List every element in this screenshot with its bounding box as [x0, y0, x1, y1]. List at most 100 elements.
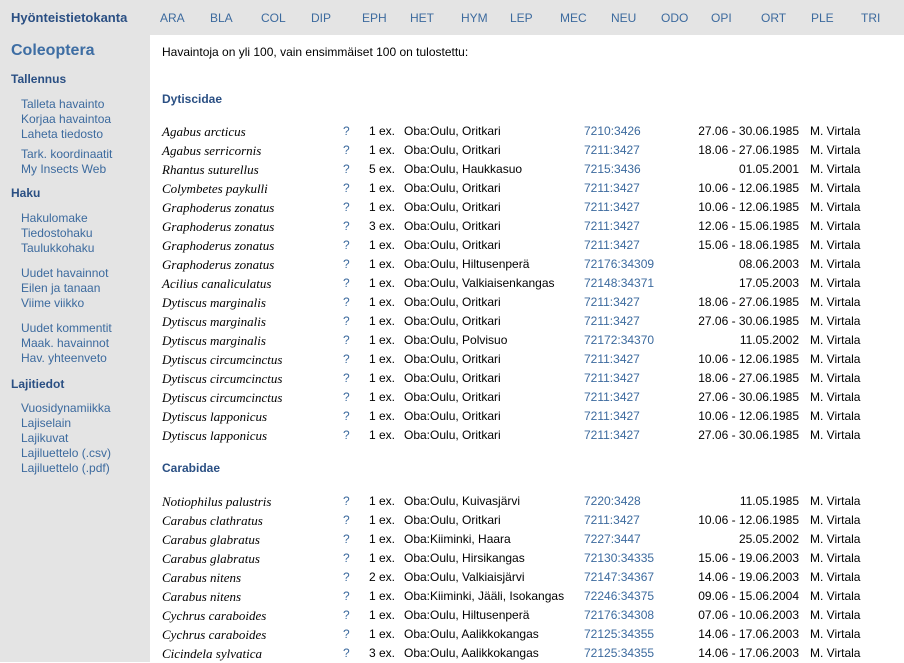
species-name: Rhantus suturellus — [162, 162, 259, 177]
grid-coordinate-link[interactable]: 72125:34355 — [584, 625, 654, 644]
family-heading: Carabidae — [162, 461, 221, 475]
specimen-count: 1 ex. — [369, 371, 396, 385]
grid-coordinate-link[interactable]: 7220:3428 — [584, 492, 641, 511]
specimen-count: 2 ex. — [369, 570, 396, 584]
observation-date: 27.06 - 30.06.1985 — [698, 314, 799, 328]
nav-link-ara[interactable]: ARA — [160, 11, 185, 25]
info-link[interactable]: ? — [343, 549, 350, 568]
grid-coordinate-link[interactable]: 72125:34355 — [584, 644, 654, 663]
site-title[interactable]: Hyönteistietokanta — [11, 10, 127, 25]
info-link[interactable]: ? — [343, 274, 350, 293]
nav-link-bla[interactable]: BLA — [210, 11, 233, 25]
observation-date: 10.06 - 12.06.1985 — [698, 352, 799, 366]
nav-link-odo[interactable]: ODO — [661, 11, 688, 25]
info-link[interactable]: ? — [343, 530, 350, 549]
sidebar-link[interactable]: Talleta havainto — [21, 97, 104, 112]
species-name: Cychrus caraboides — [162, 627, 267, 642]
nav-link-neu[interactable]: NEU — [611, 11, 636, 25]
info-link[interactable]: ? — [343, 198, 350, 217]
observation-row: Cychrus caraboides? 1 ex. Oba:Oulu, Hiltus… — [0, 606, 904, 625]
nav-link-eph[interactable]: EPH — [362, 11, 387, 25]
info-link[interactable]: ? — [343, 236, 350, 255]
observation-row: Dytiscus circumcinctus? 1 ex. Oba:Oulu, Or… — [0, 350, 904, 369]
grid-coordinate-link[interactable]: 7210:3426 — [584, 122, 641, 141]
info-link[interactable]: ? — [343, 293, 350, 312]
grid-coordinate-link[interactable]: 7211:3427 — [584, 198, 640, 217]
location: Oba:Oulu, Oritkari — [404, 352, 501, 366]
nav-link-het[interactable]: HET — [410, 11, 434, 25]
specimen-count: 1 ex. — [369, 352, 396, 366]
info-link[interactable]: ? — [343, 587, 350, 606]
nav-link-hym[interactable]: HYM — [461, 11, 488, 25]
grid-coordinate-link[interactable]: 7227:3447 — [584, 530, 641, 549]
species-name: Agabus serricornis — [162, 143, 262, 158]
species-name: Dytiscus circumcinctus — [162, 390, 283, 405]
info-link[interactable]: ? — [343, 625, 350, 644]
grid-coordinate-link[interactable]: 72246:34375 — [584, 587, 654, 606]
nav-link-dip[interactable]: DIP — [311, 11, 331, 25]
grid-coordinate-link[interactable]: 7211:3427 — [584, 511, 640, 530]
species-name: Acilius canaliculatus — [162, 276, 272, 291]
info-link[interactable]: ? — [343, 331, 350, 350]
info-link[interactable]: ? — [343, 606, 350, 625]
observer: M. Virtala — [810, 409, 861, 423]
info-link[interactable]: ? — [343, 350, 350, 369]
grid-coordinate-link[interactable]: 7211:3427 — [584, 388, 640, 407]
species-name: Cicindela sylvatica — [162, 646, 263, 661]
grid-coordinate-link[interactable]: 7211:3427 — [584, 236, 640, 255]
sidebar-link[interactable]: Lajiluettelo (.pdf) — [21, 461, 110, 476]
grid-coordinate-link[interactable]: 72172:34370 — [584, 331, 654, 350]
info-link[interactable]: ? — [343, 388, 350, 407]
info-link[interactable]: ? — [343, 426, 350, 445]
location: Oba:Oulu, Oritkari — [404, 124, 501, 138]
grid-coordinate-link[interactable]: 72147:34367 — [584, 568, 654, 587]
grid-coordinate-link[interactable]: 7211:3427 — [584, 293, 640, 312]
grid-coordinate-link[interactable]: 7211:3427 — [584, 179, 640, 198]
grid-coordinate-link[interactable]: 7211:3427 — [584, 426, 640, 445]
grid-coordinate-link[interactable]: 7211:3427 — [584, 217, 640, 236]
info-link[interactable]: ? — [343, 407, 350, 426]
info-link[interactable]: ? — [343, 217, 350, 236]
info-link[interactable]: ? — [343, 511, 350, 530]
nav-link-lep[interactable]: LEP — [510, 11, 533, 25]
location: Oba:Oulu, Hiltusenperä — [404, 608, 530, 622]
observer: M. Virtala — [810, 295, 861, 309]
nav-link-ple[interactable]: PLE — [811, 11, 834, 25]
info-link[interactable]: ? — [343, 568, 350, 587]
nav-link-ort[interactable]: ORT — [761, 11, 786, 25]
grid-coordinate-link[interactable]: 72176:34308 — [584, 606, 654, 625]
location: Oba:Oulu, Polvisuo — [404, 333, 508, 347]
info-link[interactable]: ? — [343, 369, 350, 388]
grid-coordinate-link[interactable]: 7211:3427 — [584, 369, 640, 388]
grid-coordinate-link[interactable]: 72148:34371 — [584, 274, 654, 293]
grid-coordinate-link[interactable]: 72176:34309 — [584, 255, 654, 274]
info-link[interactable]: ? — [343, 141, 350, 160]
info-link[interactable]: ? — [343, 122, 350, 141]
nav-link-col[interactable]: COL — [261, 11, 286, 25]
observer: M. Virtala — [810, 627, 861, 641]
info-link[interactable]: ? — [343, 160, 350, 179]
grid-coordinate-link[interactable]: 7215:3436 — [584, 160, 641, 179]
observer: M. Virtala — [810, 200, 861, 214]
species-name: Agabus arcticus — [162, 124, 246, 139]
location: Oba:Oulu, Kuivasjärvi — [404, 494, 521, 508]
sidebar-title[interactable]: Coleoptera — [11, 42, 95, 60]
info-link[interactable]: ? — [343, 255, 350, 274]
grid-coordinate-link[interactable]: 7211:3427 — [584, 350, 640, 369]
species-name: Graphoderus zonatus — [162, 200, 275, 215]
nav-link-mec[interactable]: MEC — [560, 11, 587, 25]
grid-coordinate-link[interactable]: 7211:3427 — [584, 141, 640, 160]
grid-coordinate-link[interactable]: 7211:3427 — [584, 407, 640, 426]
nav-link-tri[interactable]: TRI — [861, 11, 880, 25]
observation-row: Dytiscus circumcinctus? 1 ex. Oba:Oulu, Or… — [0, 369, 904, 388]
info-link[interactable]: ? — [343, 644, 350, 663]
location: Oba:Oulu, Oritkari — [404, 143, 501, 157]
grid-coordinate-link[interactable]: 7211:3427 — [584, 312, 640, 331]
observation-row: Colymbetes paykulli? 1 ex. Oba:Oulu, Oritk… — [0, 179, 904, 198]
grid-coordinate-link[interactable]: 72130:34335 — [584, 549, 654, 568]
info-link[interactable]: ? — [343, 492, 350, 511]
sidebar-link[interactable]: Lajiluettelo (.csv) — [21, 446, 111, 461]
nav-link-opi[interactable]: OPI — [711, 11, 732, 25]
info-link[interactable]: ? — [343, 312, 350, 331]
info-link[interactable]: ? — [343, 179, 350, 198]
